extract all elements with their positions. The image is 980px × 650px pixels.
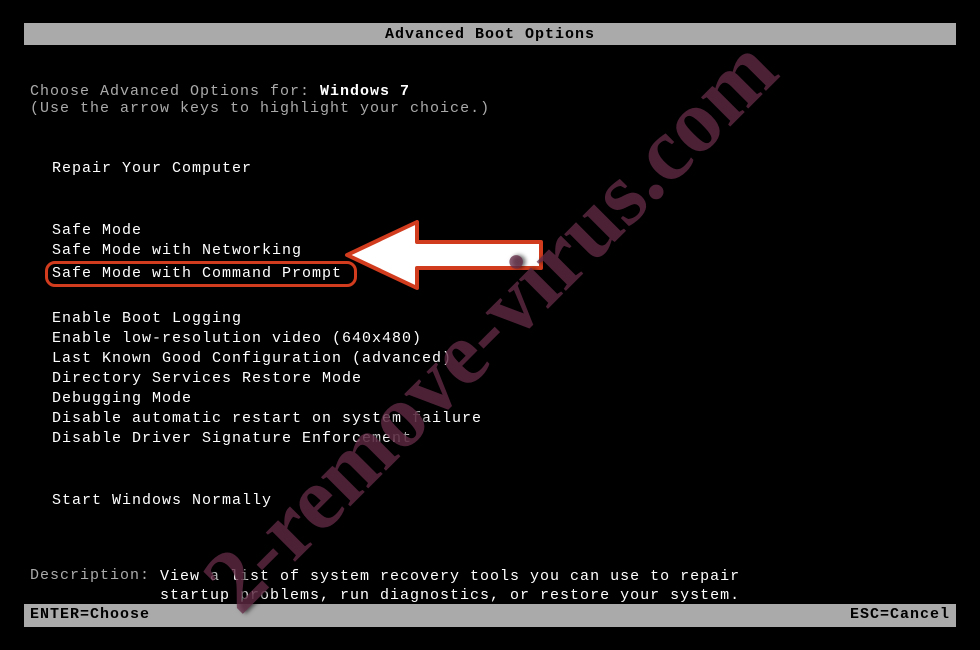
description-text: View a list of system recovery tools you… (160, 567, 740, 605)
menu-group-repair: Repair Your Computer (30, 159, 950, 179)
menu-item-enable-boot-logging[interactable]: Enable Boot Logging (52, 309, 242, 329)
hint-line: (Use the arrow keys to highlight your ch… (30, 100, 950, 117)
description-line-1: View a list of system recovery tools you… (160, 567, 740, 586)
menu-group-normal: Start Windows Normally (30, 491, 950, 511)
menu-item-safe-mode-networking[interactable]: Safe Mode with Networking (52, 241, 302, 261)
menu-group-advanced: Enable Boot Logging Enable low-resolutio… (30, 309, 950, 449)
callout-arrow-icon (339, 220, 549, 290)
window-title: Advanced Boot Options (385, 26, 595, 43)
footer-enter: ENTER=Choose (30, 604, 150, 625)
title-bar: Advanced Boot Options (24, 25, 956, 45)
boot-options-window: Advanced Boot Options Choose Advanced Op… (24, 23, 956, 627)
intro-prefix: Choose Advanced Options for: (30, 83, 320, 100)
menu-item-debugging-mode[interactable]: Debugging Mode (52, 389, 192, 409)
description-block: Description: View a list of system recov… (30, 567, 950, 605)
menu-item-start-normally[interactable]: Start Windows Normally (52, 491, 272, 511)
os-name: Windows 7 (320, 83, 410, 100)
description-label: Description: (30, 567, 160, 605)
menu-item-repair-your-computer[interactable]: Repair Your Computer (52, 159, 252, 179)
menu-item-low-res-video[interactable]: Enable low-resolution video (640x480) (52, 329, 422, 349)
menu-item-directory-services-restore[interactable]: Directory Services Restore Mode (52, 369, 362, 389)
menu-item-safe-mode[interactable]: Safe Mode (52, 221, 142, 241)
footer-esc: ESC=Cancel (850, 604, 950, 625)
description-line-2: startup problems, run diagnostics, or re… (160, 586, 740, 605)
menu-item-last-known-good[interactable]: Last Known Good Configuration (advanced) (52, 349, 452, 369)
menu-item-disable-auto-restart[interactable]: Disable automatic restart on system fail… (52, 409, 482, 429)
footer-bar: ENTER=Choose ESC=Cancel (24, 604, 956, 625)
content-area: Choose Advanced Options for: Windows 7 (… (24, 83, 956, 605)
intro-line: Choose Advanced Options for: Windows 7 (30, 83, 950, 100)
menu-item-safe-mode-command-prompt[interactable]: Safe Mode with Command Prompt (45, 261, 357, 287)
menu-item-disable-driver-sig[interactable]: Disable Driver Signature Enforcement (52, 429, 412, 449)
